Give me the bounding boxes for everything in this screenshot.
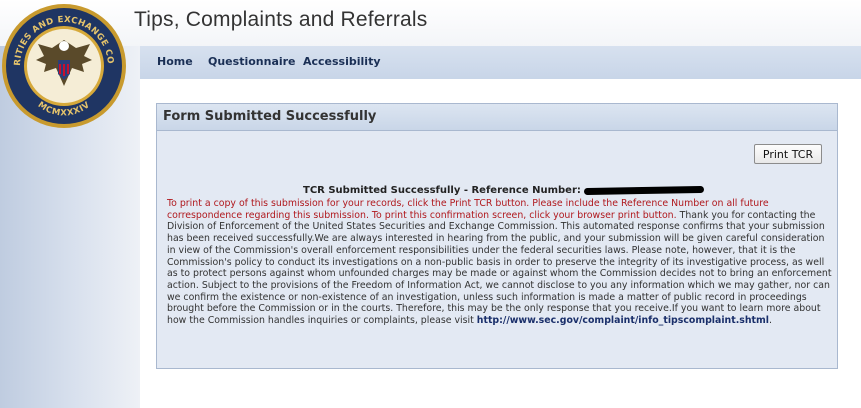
confirmation-message: To print a copy of this submission for y… <box>167 198 832 327</box>
reference-label: TCR Submitted Successfully - Reference N… <box>303 185 581 196</box>
nav-item-accessibility[interactable]: Accessibility <box>303 55 381 68</box>
acknowledgement-text: Thank you for contacting the Division of… <box>167 209 832 327</box>
panel-title: Form Submitted Successfully <box>163 109 377 124</box>
reference-line: TCR Submitted Successfully - Reference N… <box>303 185 704 196</box>
app-title: Tips, Complaints and Referrals <box>134 8 428 31</box>
nav-bar: Home Questionnaire Accessibility <box>140 46 861 79</box>
sec-seal-logo: U.S. SECURITIES AND EXCHANGE COMMISSION … <box>0 0 126 128</box>
redacted-reference-number <box>583 185 704 195</box>
nav-item-home[interactable]: Home <box>157 55 193 68</box>
panel-header: Form Submitted Successfully <box>157 104 837 131</box>
confirmation-panel: Form Submitted Successfully Print TCR TC… <box>156 103 838 369</box>
link-suffix: . <box>769 315 772 327</box>
print-tcr-button[interactable]: Print TCR <box>754 144 822 164</box>
info-link[interactable]: http://www.sec.gov/complaint/info_tipsco… <box>477 315 769 326</box>
page-header: Tips, Complaints and Referrals <box>0 0 861 46</box>
nav-item-questionnaire[interactable]: Questionnaire <box>208 55 296 68</box>
